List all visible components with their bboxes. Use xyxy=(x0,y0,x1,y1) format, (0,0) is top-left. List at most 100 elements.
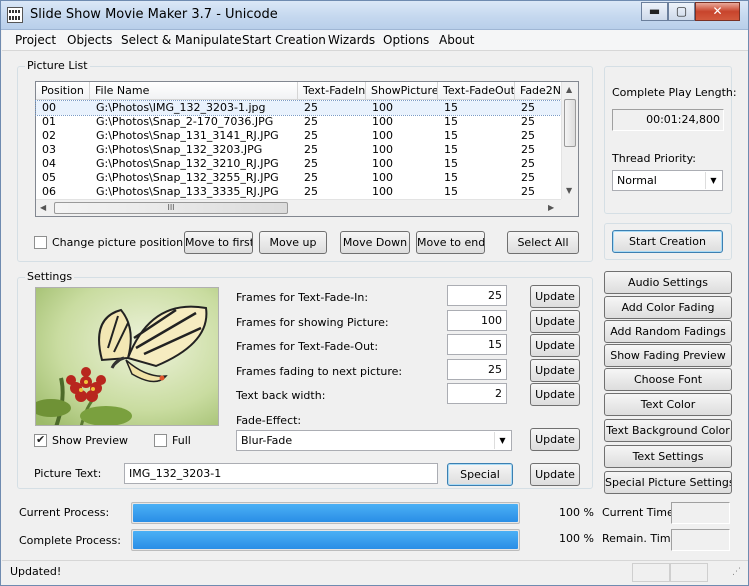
add-color-fading-button[interactable]: Add Color Fading xyxy=(604,296,732,319)
scroll-right-arrow-icon[interactable]: ▶ xyxy=(548,203,554,213)
list-horizontal-scrollbar[interactable]: ◀ III ▶ xyxy=(36,199,563,216)
text-settings-button[interactable]: Text Settings xyxy=(604,445,732,468)
menu-start-creation[interactable]: Start Creation xyxy=(242,33,326,47)
column-header-text-fadein[interactable]: Text-FadeIn xyxy=(298,82,366,100)
menu-project[interactable]: Project xyxy=(15,33,56,47)
list-vertical-scrollbar[interactable]: ▲ ▼ xyxy=(561,82,578,200)
update-text-fade-in-button[interactable]: Update xyxy=(530,285,580,308)
text-color-button[interactable]: Text Color xyxy=(604,393,732,416)
cell-showpicture: 100 xyxy=(372,129,393,142)
status-pane xyxy=(632,563,670,582)
cell-file-name: G:\Photos\Snap_2-170_7036.JPG xyxy=(96,115,274,128)
menu-about[interactable]: About xyxy=(439,33,474,47)
fade-effect-value: Blur-Fade xyxy=(241,434,293,447)
current-time-value xyxy=(671,502,730,524)
butterfly-image xyxy=(36,288,218,425)
cell-position: 03 xyxy=(42,143,56,156)
column-header-text-fadeout[interactable]: Text-FadeOut xyxy=(438,82,515,100)
play-length-value: 00:01:24,800 xyxy=(612,109,724,131)
start-creation-button[interactable]: Start Creation xyxy=(612,230,723,253)
picture-list[interactable]: Position File Name Text-FadeIn ShowPictu… xyxy=(35,81,579,217)
change-position-checkbox[interactable] xyxy=(34,236,47,249)
resize-grip-icon[interactable]: ⋰ xyxy=(732,567,741,577)
frames-fading-next-input[interactable]: 25 xyxy=(447,359,507,380)
move-to-end-button[interactable]: Move to end xyxy=(416,231,485,254)
current-process-bar xyxy=(131,502,520,524)
app-icon[interactable] xyxy=(7,7,23,23)
window-title: Slide Show Movie Maker 3.7 - Unicode xyxy=(30,7,278,22)
update-showing-picture-button[interactable]: Update xyxy=(530,310,580,333)
column-header-showpicture[interactable]: ShowPicture xyxy=(366,82,438,100)
update-text-back-width-button[interactable]: Update xyxy=(530,383,580,406)
table-row[interactable]: 00 G:\Photos\IMG_132_3203-1.jpg 25 100 1… xyxy=(35,100,564,116)
table-row[interactable]: 02 G:\Photos\Snap_131_3141_RJ.JPG 25 100… xyxy=(36,129,563,143)
text-background-color-button[interactable]: Text Background Color xyxy=(604,419,732,442)
scroll-left-arrow-icon[interactable]: ◀ xyxy=(40,203,46,213)
special-button[interactable]: Special xyxy=(447,463,513,486)
cell-showpicture: 100 xyxy=(372,115,393,128)
minimize-button[interactable]: ▬ xyxy=(641,2,668,21)
close-button[interactable]: ✕ xyxy=(695,2,740,21)
menu-options[interactable]: Options xyxy=(383,33,429,47)
update-fading-next-button[interactable]: Update xyxy=(530,359,580,382)
table-row[interactable]: 04 G:\Photos\Snap_132_3210_RJ.JPG 25 100… xyxy=(36,157,563,171)
show-preview-checkbox[interactable] xyxy=(34,433,47,447)
frames-text-fade-in-label: Frames for Text-Fade-In: xyxy=(236,291,369,304)
update-text-fade-out-button[interactable]: Update xyxy=(530,334,580,357)
frames-text-fade-out-label: Frames for Text-Fade-Out: xyxy=(236,340,379,353)
horizontal-scroll-thumb[interactable]: III xyxy=(54,202,288,214)
table-row[interactable]: 03 G:\Photos\Snap_132_3203.JPG 25 100 15… xyxy=(36,143,563,157)
fade-effect-select[interactable]: Blur-Fade ▼ xyxy=(236,430,512,451)
scroll-down-arrow-icon[interactable]: ▼ xyxy=(566,186,572,196)
column-header-position[interactable]: Position xyxy=(36,82,90,100)
scroll-up-arrow-icon[interactable]: ▲ xyxy=(566,85,572,95)
maximize-button[interactable]: ▢ xyxy=(668,2,695,21)
vertical-scroll-thumb[interactable] xyxy=(564,99,576,147)
frames-fading-next-label: Frames fading to next picture: xyxy=(236,365,403,378)
cell-file-name: G:\Photos\Snap_131_3141_RJ.JPG xyxy=(96,129,279,142)
menu-wizards[interactable]: Wizards xyxy=(328,33,375,47)
current-time-label: Current Time: xyxy=(602,506,678,519)
cell-fade2next: 25 xyxy=(521,185,535,198)
cell-fade2next: 25 xyxy=(521,115,535,128)
special-picture-settings-button[interactable]: Special Picture Settings xyxy=(604,471,732,494)
table-row[interactable]: 06 G:\Photos\Snap_133_3335_RJ.JPG 25 100… xyxy=(36,185,563,199)
text-back-width-input[interactable]: 2 xyxy=(447,383,507,404)
move-down-button[interactable]: Move Down xyxy=(340,231,410,254)
menu-select-manipulate[interactable]: Select & Manipulate xyxy=(121,33,242,47)
cell-fade2next: 25 xyxy=(521,171,535,184)
update-fade-effect-button[interactable]: Update xyxy=(530,428,580,451)
cell-fade2next: 25 xyxy=(521,129,535,142)
frames-showing-picture-label: Frames for showing Picture: xyxy=(236,316,389,329)
add-random-fadings-button[interactable]: Add Random Fadings xyxy=(604,320,732,343)
move-to-first-button[interactable]: Move to first xyxy=(184,231,253,254)
frames-text-fade-in-input[interactable]: 25 xyxy=(447,285,507,306)
select-all-button[interactable]: Select All xyxy=(507,231,579,254)
choose-font-button[interactable]: Choose Font xyxy=(604,368,732,391)
cell-position: 01 xyxy=(42,115,56,128)
table-row[interactable]: 01 G:\Photos\Snap_2-170_7036.JPG 25 100 … xyxy=(36,115,563,129)
status-bar: Updated! ⋰ xyxy=(2,560,748,585)
frames-showing-picture-input[interactable]: 100 xyxy=(447,310,507,331)
cell-text-fadein: 25 xyxy=(304,171,318,184)
chevron-down-icon[interactable]: ▼ xyxy=(494,432,510,449)
frames-text-fade-out-input[interactable]: 15 xyxy=(447,334,507,355)
cell-text-fadein: 25 xyxy=(304,157,318,170)
update-picture-text-button[interactable]: Update xyxy=(530,463,580,486)
column-header-file-name[interactable]: File Name xyxy=(90,82,298,100)
column-header-fade2next[interactable]: Fade2Ne xyxy=(515,82,563,100)
full-label: Full xyxy=(172,434,191,447)
title-bar[interactable]: Slide Show Movie Maker 3.7 - Unicode ▬ ▢… xyxy=(1,1,748,30)
show-fading-preview-button[interactable]: Show Fading Preview xyxy=(604,344,732,367)
full-checkbox[interactable] xyxy=(154,434,167,447)
picture-text-input[interactable]: IMG_132_3203-1 xyxy=(124,463,438,484)
list-header: Position File Name Text-FadeIn ShowPictu… xyxy=(36,82,563,100)
cell-text-fadeout: 15 xyxy=(444,185,458,198)
menu-objects[interactable]: Objects xyxy=(67,33,112,47)
chevron-down-icon[interactable]: ▼ xyxy=(705,172,721,189)
move-up-button[interactable]: Move up xyxy=(259,231,327,254)
table-row[interactable]: 05 G:\Photos\Snap_132_3255_RJ.JPG 25 100… xyxy=(36,171,563,185)
thread-priority-select[interactable]: Normal ▼ xyxy=(612,170,723,191)
cell-showpicture: 100 xyxy=(372,157,393,170)
audio-settings-button[interactable]: Audio Settings xyxy=(604,271,732,294)
